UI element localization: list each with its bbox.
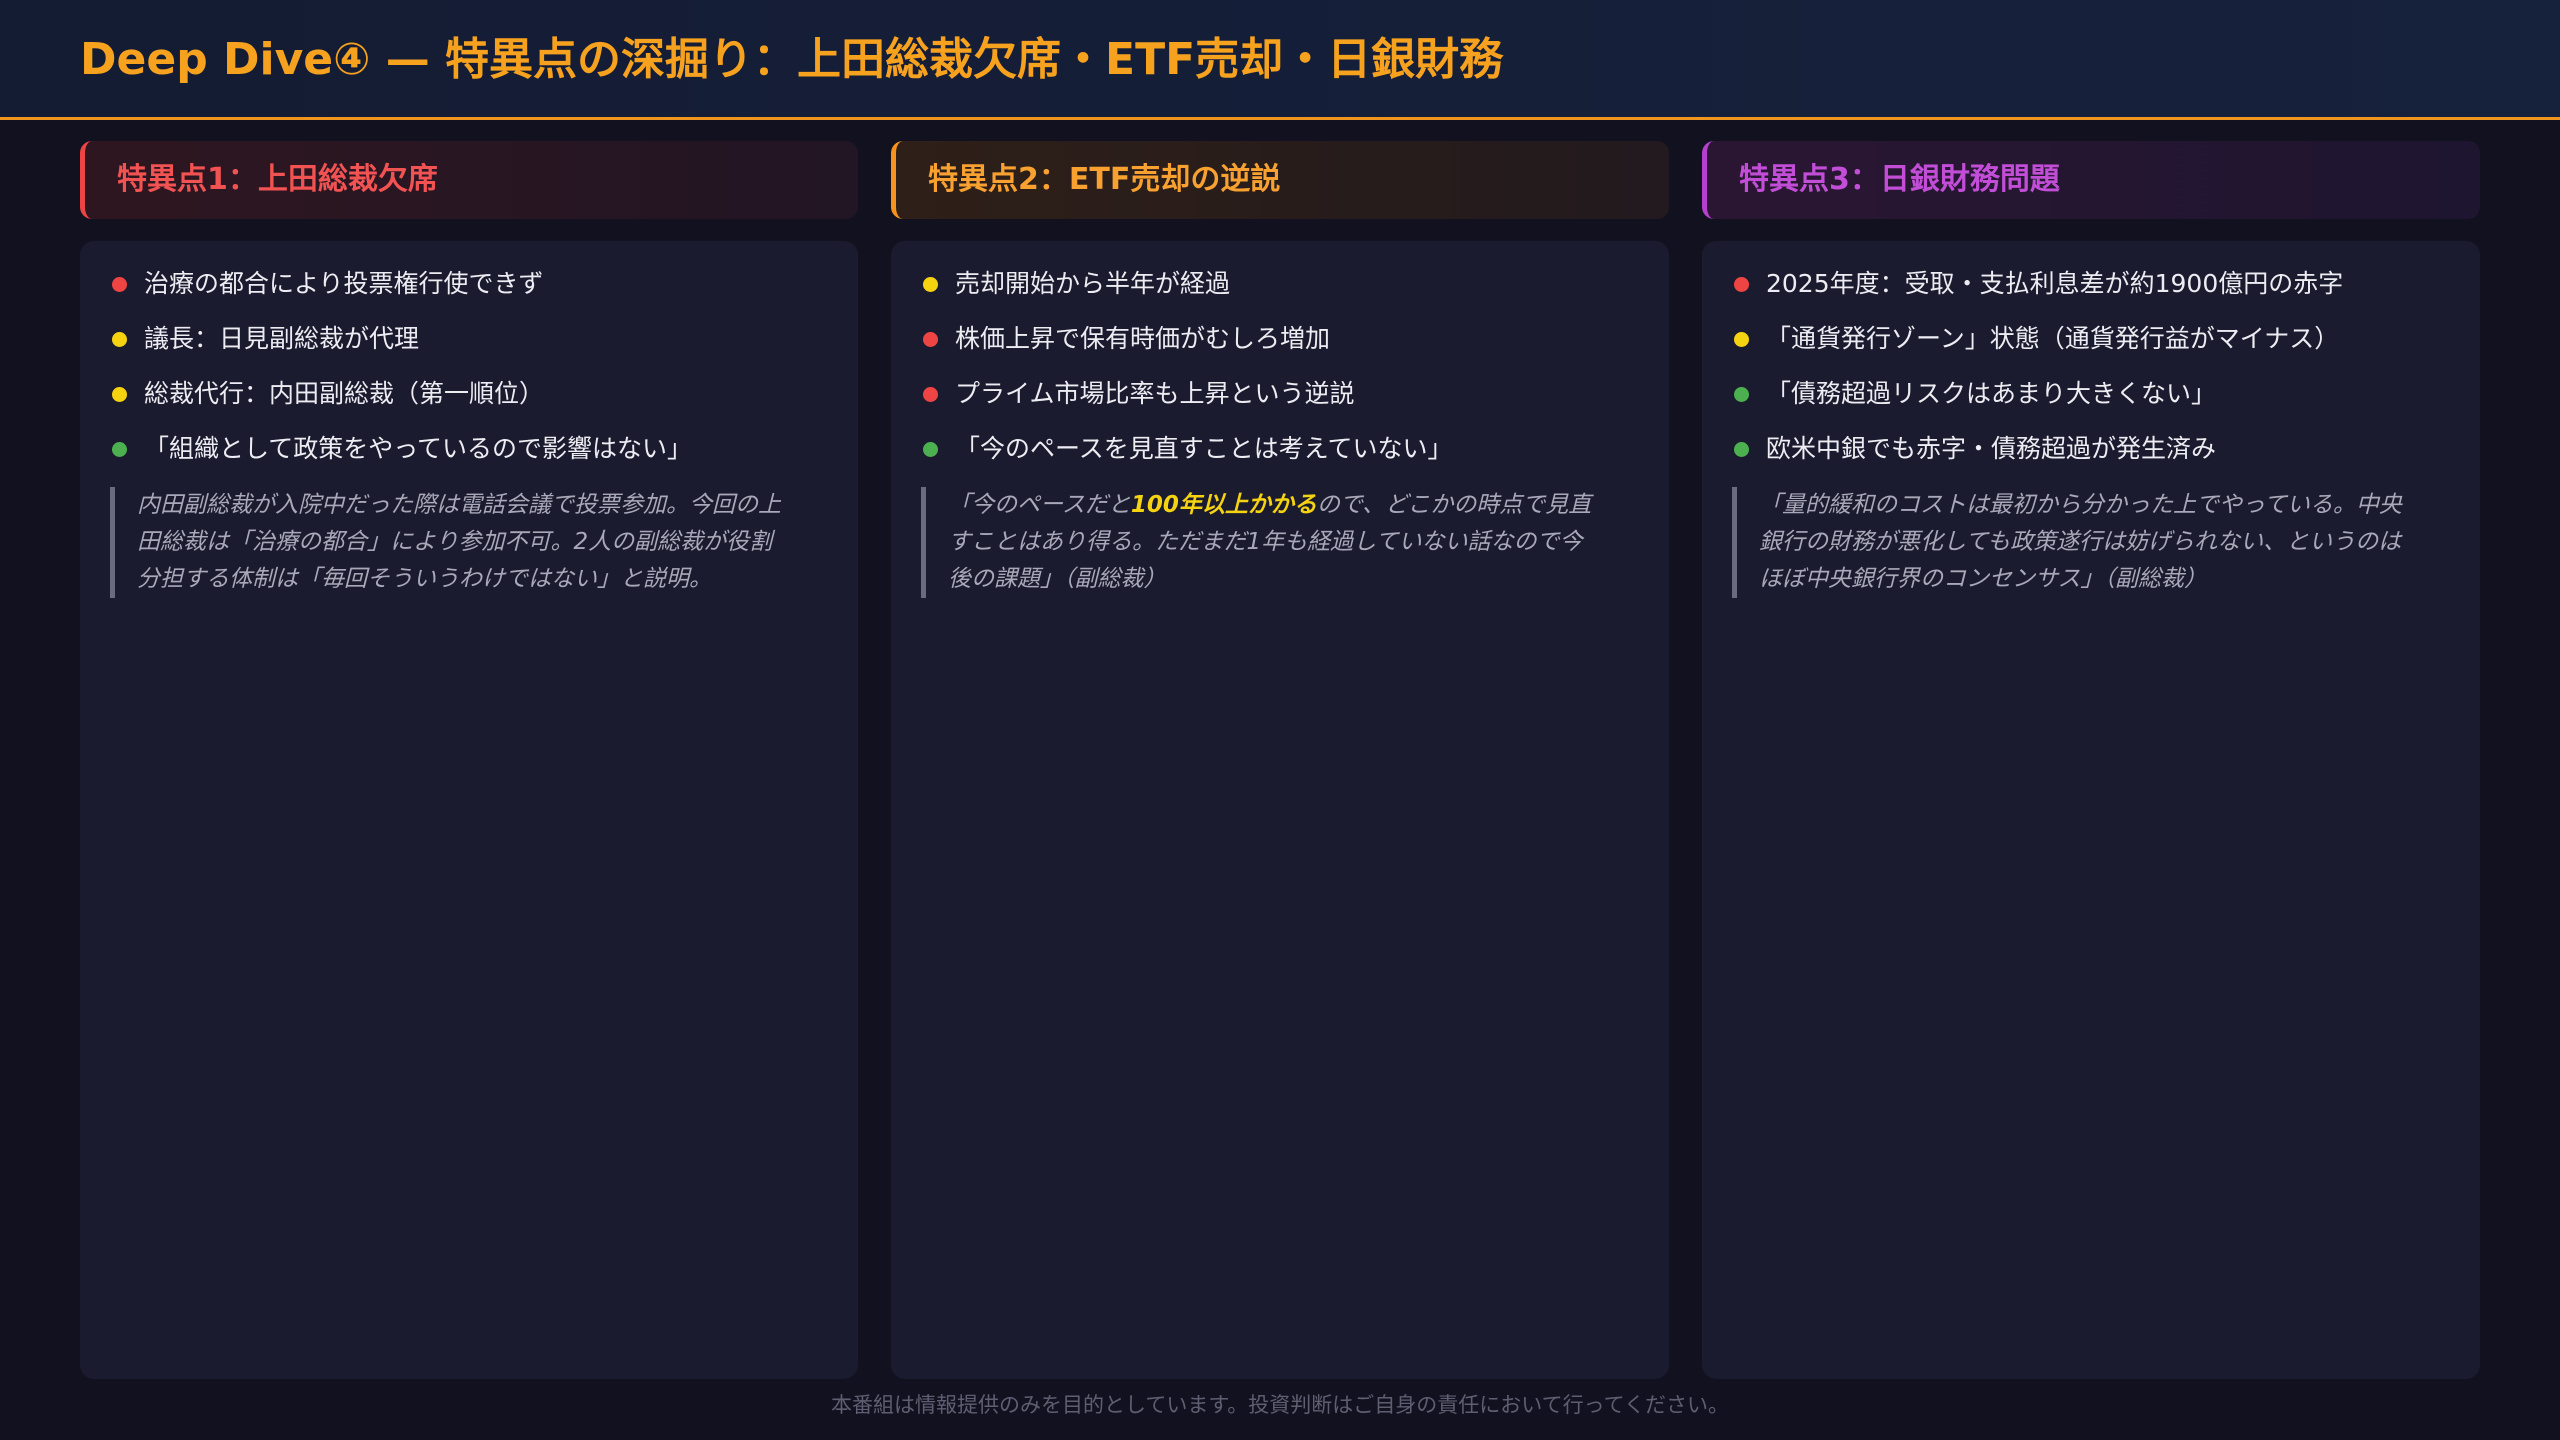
bullet-text: 「通貨発行ゾーン」状態（通貨発行益がマイナス）: [1766, 324, 2340, 353]
column-title: 特異点3：日銀財務問題: [1739, 162, 2060, 197]
column-header: 特異点1：上田総裁欠席: [80, 141, 858, 219]
quote-text: 「量的緩和のコストは最初から分かった上でやっている。中央銀行の財務が悪化しても政…: [1759, 492, 2402, 592]
column-title: 特異点2：ETF売却の逆説: [928, 162, 1281, 197]
column-anomaly-1: 特異点1：上田総裁欠席 治療の都合により投票権行使できず 議長：日見副総裁が代理…: [80, 141, 858, 1379]
bullet-text: 欧米中銀でも赤字・債務超過が発生済み: [1766, 434, 2217, 463]
yellow-dot-icon: [923, 277, 938, 292]
page-title: Deep Dive④ — 特異点の深掘り：上田総裁欠席・ETF売却・日銀財務: [80, 34, 1504, 85]
list-item: 「通貨発行ゾーン」状態（通貨発行益がマイナス）: [1732, 322, 2450, 356]
bullet-text: 治療の都合により投票権行使できず: [144, 269, 544, 298]
quote-block: 「今のペースだと100年以上かかるので、どこかの時点で見直すことはあり得る。ただ…: [921, 487, 1601, 598]
column-title: 特異点1：上田総裁欠席: [117, 162, 438, 197]
bullet-text: 「今のペースを見直すことは考えていない」: [955, 434, 1453, 463]
list-item: 治療の都合により投票権行使できず: [110, 267, 828, 301]
red-dot-icon: [112, 277, 127, 292]
green-dot-icon: [1734, 387, 1749, 402]
header-bar: Deep Dive④ — 特異点の深掘り：上田総裁欠席・ETF売却・日銀財務: [0, 0, 2560, 120]
bullet-text: プライム市場比率も上昇という逆説: [955, 379, 1355, 408]
list-item: 「今のペースを見直すことは考えていない」: [921, 432, 1639, 466]
bullet-list: 2025年度：受取・支払利息差が約1900億円の赤字 「通貨発行ゾーン」状態（通…: [1732, 267, 2450, 466]
bullet-text: 売却開始から半年が経過: [955, 269, 1231, 298]
yellow-dot-icon: [112, 387, 127, 402]
column-card: 2025年度：受取・支払利息差が約1900億円の赤字 「通貨発行ゾーン」状態（通…: [1702, 241, 2480, 1379]
green-dot-icon: [112, 442, 127, 457]
disclaimer-footer: 本番組は情報提供のみを目的としています。投資判断はご自身の責任において行ってくだ…: [831, 1393, 1729, 1417]
column-header: 特異点2：ETF売却の逆説: [891, 141, 1669, 219]
bullet-text: 2025年度：受取・支払利息差が約1900億円の赤字: [1766, 269, 2344, 298]
bullet-text: 総裁代行：内田副総裁（第一順位）: [144, 379, 545, 408]
bullet-list: 治療の都合により投票権行使できず 議長：日見副総裁が代理 総裁代行：内田副総裁（…: [110, 267, 828, 466]
column-header: 特異点3：日銀財務問題: [1702, 141, 2480, 219]
green-dot-icon: [1734, 442, 1749, 457]
bullet-text: 「組織として政策をやっているので影響はない」: [144, 434, 693, 463]
column-anomaly-2: 特異点2：ETF売却の逆説 売却開始から半年が経過 株価上昇で保有時価がむしろ増…: [891, 141, 1669, 1379]
column-card: 治療の都合により投票権行使できず 議長：日見副総裁が代理 総裁代行：内田副総裁（…: [80, 241, 858, 1379]
list-item: 「組織として政策をやっているので影響はない」: [110, 432, 828, 466]
column-card: 売却開始から半年が経過 株価上昇で保有時価がむしろ増加 プライム市場比率も上昇と…: [891, 241, 1669, 1379]
list-item: 議長：日見副総裁が代理: [110, 322, 828, 356]
bullet-list: 売却開始から半年が経過 株価上昇で保有時価がむしろ増加 プライム市場比率も上昇と…: [921, 267, 1639, 466]
list-item: プライム市場比率も上昇という逆説: [921, 377, 1639, 411]
bullet-text: 株価上昇で保有時価がむしろ増加: [955, 324, 1331, 353]
list-item: 売却開始から半年が経過: [921, 267, 1639, 301]
quote-text: 内田副総裁が入院中だった際は電話会議で投票参加。今回の上田総裁は「治療の都合」に…: [137, 492, 781, 592]
red-dot-icon: [1734, 277, 1749, 292]
list-item: 総裁代行：内田副総裁（第一順位）: [110, 377, 828, 411]
bullet-text: 議長：日見副総裁が代理: [144, 324, 420, 353]
list-item: 2025年度：受取・支払利息差が約1900億円の赤字: [1732, 267, 2450, 301]
list-item: 欧米中銀でも赤字・債務超過が発生済み: [1732, 432, 2450, 466]
quote-block: 内田副総裁が入院中だった際は電話会議で投票参加。今回の上田総裁は「治療の都合」に…: [110, 487, 790, 598]
yellow-dot-icon: [112, 332, 127, 347]
bullet-text: 「債務超過リスクはあまり大きくない」: [1766, 379, 2217, 408]
quote-block: 「量的緩和のコストは最初から分かった上でやっている。中央銀行の財務が悪化しても政…: [1732, 487, 2412, 598]
red-dot-icon: [923, 332, 938, 347]
red-dot-icon: [923, 387, 938, 402]
quote-highlight: 100年以上かかる: [1130, 492, 1317, 518]
list-item: 「債務超過リスクはあまり大きくない」: [1732, 377, 2450, 411]
column-anomaly-3: 特異点3：日銀財務問題 2025年度：受取・支払利息差が約1900億円の赤字 「…: [1702, 141, 2480, 1379]
green-dot-icon: [923, 442, 938, 457]
list-item: 株価上昇で保有時価がむしろ増加: [921, 322, 1639, 356]
yellow-dot-icon: [1734, 332, 1749, 347]
quote-text-before: 「今のペースだと: [948, 492, 1131, 518]
